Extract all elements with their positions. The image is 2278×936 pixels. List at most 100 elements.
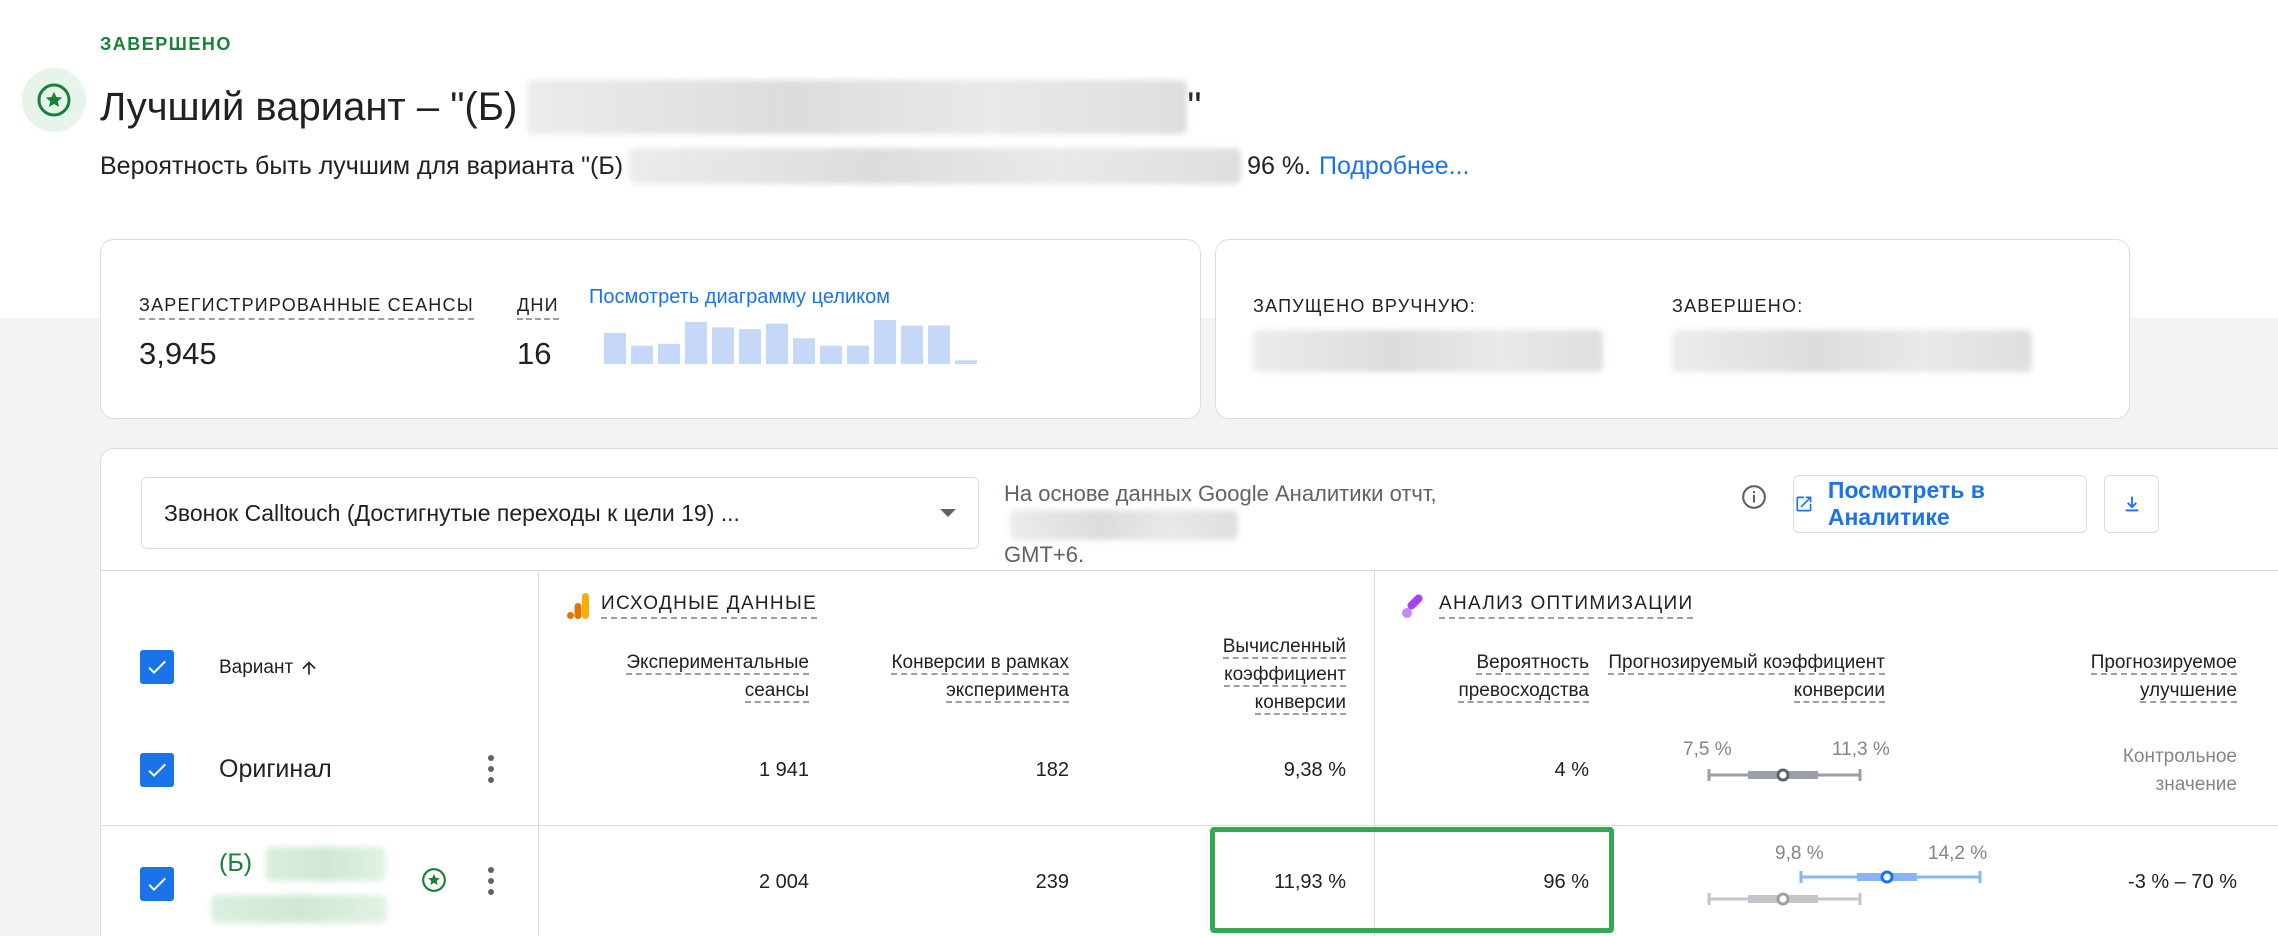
row-b-improvement: -3 % – 70 % <box>2128 871 2237 893</box>
row-original-name: Оригинал <box>219 755 332 783</box>
winner-badge <box>22 68 86 132</box>
row-b-baseline-ci-bar <box>1707 892 1862 906</box>
col-header-rate-l1: Вычисленный <box>1222 636 1346 659</box>
winner-title-suffix: " <box>1187 84 1202 129</box>
info-icon[interactable] <box>1741 484 1767 510</box>
download-button[interactable] <box>2104 475 2159 533</box>
row-b-name: (Б) <box>219 849 253 877</box>
days-label: ДНИ <box>517 295 559 320</box>
days-value: 16 <box>517 336 552 371</box>
arrow-up-icon <box>302 661 316 675</box>
toolbar-divider <box>101 570 2278 571</box>
view-in-analytics-label: Посмотреть в Аналитике <box>1827 477 1985 530</box>
checkmark-icon <box>148 660 166 674</box>
report-card: Звонок Calltouch (Достигнутые переходы к… <box>100 448 2278 936</box>
sparkline-bar <box>793 338 815 364</box>
data-source-prefix: На основе данных Google Аналитики отчт, <box>1004 481 1437 506</box>
col-header-predicted-rate-l1: Прогнозируемый коэффициент <box>1608 652 1885 675</box>
sparkline-bar <box>901 325 923 364</box>
data-source-suffix: GMT+6. <box>1004 542 1085 568</box>
sparkline-bar <box>658 343 680 364</box>
winner-title-prefix: Лучший вариант – "(Б) <box>100 84 518 129</box>
status-label: ЗАВЕРШЕНО <box>100 34 232 54</box>
row-original-improvement-l2: значение <box>2155 774 2238 795</box>
row-original-ci-low: 7,5 % <box>1683 739 1732 760</box>
col-header-improvement-l1: Прогнозируемое <box>2090 652 2237 675</box>
col-header-rate-l3: конверсии <box>1254 692 1346 715</box>
col-header-rate-l2: коэффициент <box>1224 664 1346 687</box>
sessions-sparkline[interactable] <box>604 320 984 364</box>
redacted-variant-b-name <box>266 847 386 881</box>
dropdown-arrow-icon <box>940 509 956 517</box>
section-source-title: ИСХОДНЫЕ ДАННЫЕ <box>601 593 818 619</box>
ended-label: ЗАВЕРШЕНО: <box>1672 296 1804 316</box>
optimize-logo-icon <box>1402 594 1423 618</box>
sparkline-bar <box>928 325 950 364</box>
col-header-predicted-rate-l2: конверсии <box>1793 680 1885 703</box>
row-b-ci-high: 14,2 % <box>1928 843 1988 864</box>
learn-more-link[interactable]: Подробнее... <box>1319 152 1470 181</box>
sparkline-bar <box>685 321 707 364</box>
col-header-probability-l2: превосходства <box>1458 680 1589 703</box>
sparkline-bar <box>847 345 869 364</box>
star-circle-icon <box>37 83 71 117</box>
variant-header-label: Вариант <box>219 657 294 678</box>
sessions-label: ЗАРЕГИСТРИРОВАННЫЕ СЕАНСЫ <box>139 295 474 320</box>
row-original-more-icon[interactable] <box>488 755 494 788</box>
col-header-conversions-l1: Конверсии в рамках <box>891 652 1069 675</box>
row-original-conversions: 182 <box>1035 759 1069 781</box>
redacted-variant-name-2 <box>629 148 1242 184</box>
col-header-sessions[interactable]: Экспериментальные сеансы <box>626 649 809 705</box>
col-header-conversions[interactable]: Конверсии в рамках эксперимента <box>891 649 1069 705</box>
sparkline-bar <box>820 345 842 364</box>
section-optimize: АНАЛИЗ ОПТИМИЗАЦИИ <box>1401 593 1694 619</box>
data-source-note: На основе данных Google Аналитики отчт, … <box>1004 479 1484 570</box>
winner-title: Лучший вариант – "(Б) " <box>100 80 1202 134</box>
checkmark-icon <box>148 763 166 777</box>
col-header-sessions-l2: сеансы <box>744 680 809 703</box>
col-header-predicted-rate[interactable]: Прогнозируемый коэффициент конверсии <box>1608 649 1885 705</box>
variant-column-header[interactable]: Вариант <box>219 657 319 679</box>
col-header-improvement[interactable]: Прогнозируемое улучшение <box>2090 649 2237 705</box>
row-b-checkbox[interactable] <box>140 867 174 901</box>
open-in-new-icon <box>1796 496 1812 512</box>
row-b-more-icon[interactable] <box>488 867 494 900</box>
row-original-sessions: 1 941 <box>758 759 809 781</box>
select-all-checkbox[interactable] <box>140 650 174 684</box>
row-original-checkbox[interactable] <box>140 753 174 787</box>
winner-highlight-box <box>1210 827 1614 933</box>
analytics-logo-icon <box>567 593 589 619</box>
sessions-value: 3,945 <box>139 336 217 371</box>
col-header-probability[interactable]: Вероятность превосходства <box>1458 649 1589 705</box>
row-original-improvement: Контрольное значение <box>2123 743 2237 799</box>
download-icon <box>2125 496 2138 512</box>
row-b-sessions: 2 004 <box>758 871 809 893</box>
section-optimize-title: АНАЛИЗ ОПТИМИЗАЦИИ <box>1439 593 1694 619</box>
redacted-variant-name <box>527 80 1188 134</box>
redacted-end-date <box>1672 330 2032 372</box>
row-b-ci-low: 9,8 % <box>1775 843 1824 864</box>
probability-line: Вероятность быть лучшим для варианта "(Б… <box>100 148 1470 184</box>
row-b-conversions: 239 <box>1035 871 1069 893</box>
col-header-rate[interactable]: Вычисленный коэффициент конверсии <box>1222 633 1346 717</box>
sparkline-bar <box>631 345 653 364</box>
dates-card: ЗАПУЩЕНО ВРУЧНУЮ: ЗАВЕРШЕНО: <box>1215 239 2130 419</box>
col-header-sessions-l1: Экспериментальные <box>626 652 809 675</box>
probability-prefix: Вероятность быть лучшим для варианта "(Б… <box>100 151 624 180</box>
sparkline-bar <box>739 329 761 364</box>
row-original-rate: 9,38 % <box>1283 759 1346 781</box>
row-b-ci-bar <box>1799 870 1982 884</box>
view-chart-link[interactable]: Посмотреть диаграмму целиком <box>589 286 890 309</box>
redacted-start-date <box>1253 330 1603 372</box>
summary-card: ЗАРЕГИСТРИРОВАННЫЕ СЕАНСЫ 3,945 ДНИ 16 П… <box>100 239 1201 419</box>
redacted-report-date <box>1010 510 1238 541</box>
goal-select-value: Звонок Calltouch (Достигнутые переходы к… <box>164 499 740 526</box>
col-header-conversions-l2: эксперимента <box>946 680 1069 703</box>
view-in-analytics-button[interactable]: Посмотреть в Аналитике <box>1793 475 2087 533</box>
row-original-ci-bar <box>1707 768 1862 782</box>
row-divider <box>101 825 2278 826</box>
goal-select[interactable]: Звонок Calltouch (Достигнутые переходы к… <box>141 477 979 549</box>
sparkline-bar <box>955 360 977 364</box>
row-original-ci-high: 11,3 % <box>1832 739 1890 760</box>
sparkline-bar <box>766 323 788 364</box>
